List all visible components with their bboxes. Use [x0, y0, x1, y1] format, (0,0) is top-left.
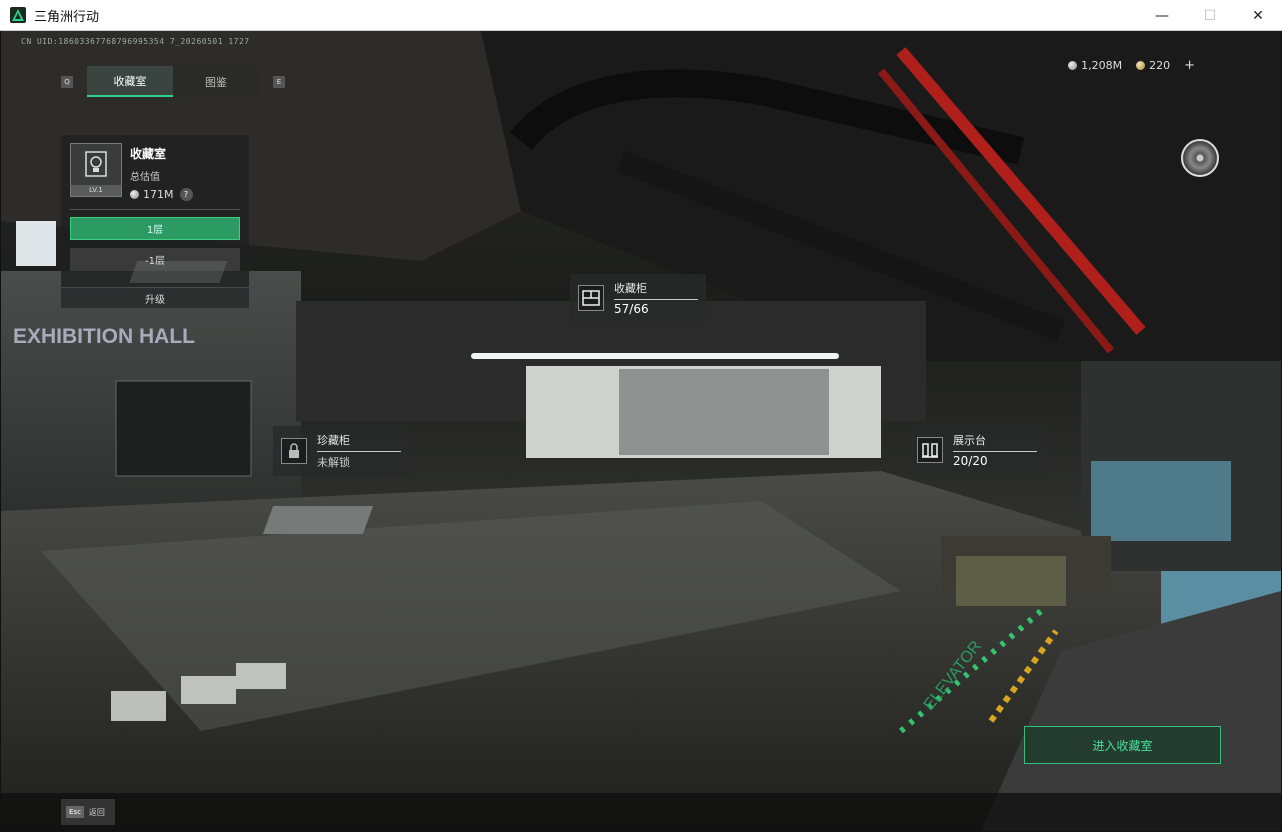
- panel-subtitle: 总估值: [130, 172, 160, 183]
- hotspot-label: 展示台: [953, 432, 1037, 452]
- tab-left-key[interactable]: Q: [61, 75, 73, 88]
- light-strip: [471, 353, 839, 359]
- esc-key-icon: Esc: [66, 806, 84, 818]
- upgrade-button[interactable]: 升级: [61, 288, 249, 308]
- hotspot-value: 未解锁: [317, 456, 350, 469]
- minimize-button[interactable]: —: [1138, 0, 1186, 31]
- currency-bar: 1,208M 220 +: [1068, 58, 1195, 73]
- hotspot-text: 展示台 20/20: [953, 432, 1037, 468]
- uid-label: CN UID:18603367768796995354 7_20260501 1…: [21, 37, 250, 46]
- hall-door: [115, 380, 252, 477]
- total-value: 171M: [143, 188, 174, 201]
- maximize-button[interactable]: ☐: [1186, 0, 1234, 31]
- gold-coin-icon: [1136, 61, 1146, 70]
- window-controls: — ☐ ✕: [1138, 0, 1282, 31]
- game-window: 三角洲行动 — ☐ ✕ EXHIBITION HALL ELEVATOR CN …: [0, 0, 1282, 832]
- window-title: 三角洲行动: [34, 9, 100, 25]
- panel-info: 收藏室 总估值 171M ?: [130, 143, 193, 201]
- gold-amount: 220: [1149, 59, 1171, 72]
- hotspot-collection-cabinet[interactable]: 收藏柜 57/66: [570, 274, 706, 322]
- hotspot-rare-cabinet[interactable]: 珍藏柜 未解锁: [273, 426, 409, 476]
- divider: [70, 209, 240, 210]
- room-badge: LV.1: [70, 143, 122, 197]
- silver-coin-icon: [130, 190, 139, 199]
- badge-level: LV.1: [71, 185, 121, 196]
- pedestal: [262, 506, 374, 534]
- hotspot-value: 57/66: [614, 302, 649, 316]
- hotspot-display-stand[interactable]: 展示台 20/20: [909, 426, 1045, 474]
- hall-sign: EXHIBITION HALL: [13, 325, 195, 348]
- blue-crates: [1091, 461, 1231, 541]
- hotspot-label: 珍藏柜: [317, 432, 401, 452]
- hotspot-value: 20/20: [953, 454, 988, 468]
- hotspot-text: 珍藏柜 未解锁: [317, 432, 401, 470]
- silver-amount: 1,208M: [1081, 59, 1123, 72]
- back-label: 返回: [88, 807, 105, 817]
- lock-icon: [281, 438, 307, 464]
- display-grid: [619, 369, 829, 455]
- help-icon[interactable]: ?: [179, 188, 193, 201]
- green-case: [956, 556, 1066, 606]
- trophy-icon: [85, 151, 107, 177]
- cabinet-icon: [578, 285, 604, 311]
- back-button[interactable]: Esc 返回: [61, 799, 115, 825]
- display-stand-icon: [917, 437, 943, 463]
- panel-title: 收藏室: [130, 147, 167, 161]
- disc-icon[interactable]: [1181, 139, 1219, 177]
- silver-coin-icon: [1068, 61, 1078, 70]
- floor-light: [111, 691, 166, 721]
- panel-header: LV.1 收藏室 总估值 171M ?: [70, 143, 240, 201]
- floor-1-button[interactable]: 1层: [70, 217, 240, 240]
- floor-minus-1-button[interactable]: -1层: [70, 248, 240, 271]
- hotspot-label: 收藏柜: [614, 280, 698, 300]
- title-bar: 三角洲行动 — ☐ ✕: [0, 0, 1282, 31]
- tab-collection-room[interactable]: 收藏室: [87, 66, 173, 97]
- ceiling-light: [16, 221, 56, 266]
- tab-catalog[interactable]: 图鉴: [173, 66, 259, 97]
- floor-light: [181, 676, 236, 704]
- game-viewport: EXHIBITION HALL ELEVATOR CN UID:18603367…: [1, 31, 1281, 831]
- close-button[interactable]: ✕: [1234, 0, 1282, 31]
- collection-panel: LV.1 收藏室 总估值 171M ? 1层 -1层: [61, 135, 249, 287]
- floor-light: [236, 663, 286, 689]
- enter-collection-button[interactable]: 进入收藏室: [1024, 726, 1221, 764]
- panel-value: 171M ?: [130, 188, 193, 201]
- add-currency-button[interactable]: +: [1184, 58, 1195, 73]
- hotspot-text: 收藏柜 57/66: [614, 280, 698, 316]
- silver-currency: 1,208M: [1068, 59, 1122, 72]
- tab-right-key[interactable]: E: [273, 75, 285, 88]
- app-logo-icon: [10, 7, 26, 23]
- tab-bar: Q 收藏室 图鉴 E: [61, 66, 285, 97]
- gold-currency: 220: [1136, 59, 1170, 72]
- bottom-bar: Esc 返回: [1, 793, 1281, 831]
